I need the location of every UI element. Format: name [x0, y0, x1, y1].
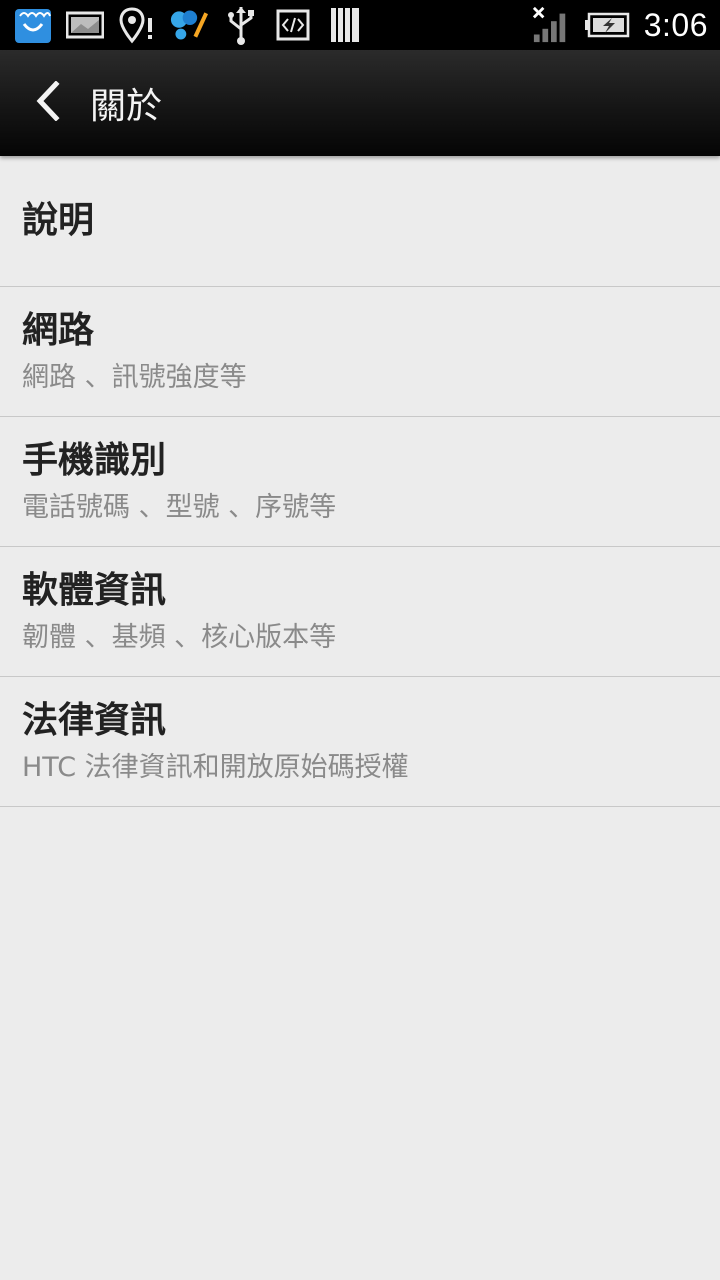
image-icon	[66, 6, 104, 44]
usb-icon	[222, 6, 260, 45]
battery-charging-icon	[584, 6, 630, 44]
list-item-phone-identity[interactable]: 手機識別 電話號碼 、型號 、序號等	[0, 417, 720, 547]
list-item-subtitle: 電話號碼 、型號 、序號等	[22, 491, 337, 523]
list-item-legal-info[interactable]: 法律資訊 HTC 法律資訊和開放原始碼授權	[0, 677, 720, 807]
back-button[interactable]	[12, 50, 82, 156]
sync-app-icon	[170, 6, 208, 44]
list-item-title: 說明	[22, 200, 95, 241]
action-bar: 關於	[0, 50, 720, 156]
list-item-title: 軟體資訊	[22, 569, 167, 611]
location-alert-icon	[118, 6, 156, 44]
list-item-title: 網路	[22, 309, 95, 351]
code-icon	[274, 6, 312, 44]
list-item-network[interactable]: 網路 網路 、訊號強度等	[0, 287, 720, 417]
signal-no-service-icon	[532, 6, 570, 44]
list-item-help[interactable]: 說明	[0, 156, 720, 287]
settings-list: 說明 網路 網路 、訊號強度等 手機識別 電話號碼 、型號 、序號等 軟體資訊 …	[0, 156, 720, 807]
list-item-subtitle: 網路 、訊號強度等	[22, 361, 247, 393]
store-icon	[14, 6, 52, 44]
page-title: 關於	[90, 86, 163, 127]
list-item-title: 手機識別	[22, 439, 167, 481]
list-item-software-info[interactable]: 軟體資訊 韌體 、基頻 、核心版本等	[0, 547, 720, 677]
status-time: 3:06	[643, 6, 708, 43]
list-item-title: 法律資訊	[22, 699, 167, 741]
chevron-left-icon	[32, 80, 62, 125]
status-bar: 3:06	[0, 0, 720, 50]
barcode-icon	[326, 6, 364, 44]
list-item-subtitle: 韌體 、基頻 、核心版本等	[22, 621, 337, 653]
list-item-subtitle: HTC 法律資訊和開放原始碼授權	[22, 751, 409, 783]
